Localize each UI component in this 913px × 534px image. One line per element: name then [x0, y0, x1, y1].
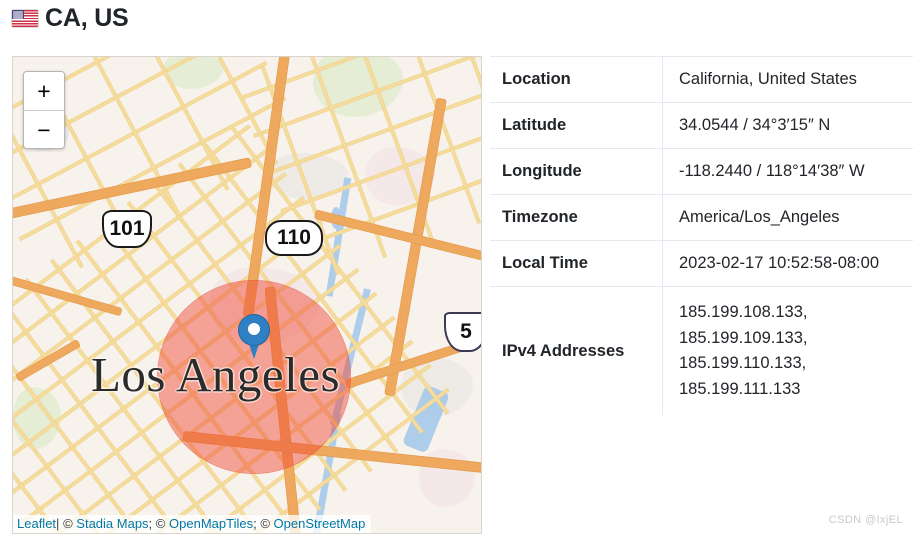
row-value-latitude: 34.0544 / 34°3′15″ N	[679, 116, 831, 134]
copyright-symbol: ©	[260, 516, 270, 531]
zoom-in-button[interactable]: +	[24, 72, 64, 110]
row-label-latitude: Latitude	[490, 102, 663, 149]
city-label: Los Angeles	[91, 347, 341, 402]
row-label-ipv4-addresses: IPv4 Addresses	[490, 286, 663, 416]
ipv4-address: 185.199.109.133,	[679, 328, 808, 347]
ipv4-address: 185.199.111.133	[679, 379, 801, 398]
ipv4-address: 185.199.108.133,	[679, 303, 808, 321]
us-101-shield-label: 101	[109, 217, 145, 240]
table-row: Timezone America/Los_Angeles	[490, 194, 913, 241]
page-title-text: CA, US	[45, 4, 129, 32]
zoom-out-button[interactable]: −	[24, 110, 64, 148]
openmaptiles-link[interactable]: OpenMapTiles	[169, 516, 253, 531]
row-value-ipv4-addresses: 185.199.108.133, 185.199.109.133, 185.19…	[663, 287, 913, 416]
watermark: CSDN @IxjEL	[828, 514, 903, 526]
row-label-longitude: Longitude	[490, 148, 663, 195]
table-row: Local Time 2023-02-17 10:52:58-08:00	[490, 240, 913, 287]
table-row: Location California, United States	[490, 56, 913, 103]
table-row: Longitude -118.2440 / 118°14′38″ W	[490, 148, 913, 195]
attribution-semicolon: ;	[148, 516, 153, 531]
row-label-local-time: Local Time	[490, 240, 663, 287]
ipv4-address: 185.199.110.133,	[679, 354, 807, 373]
map-panel[interactable]: Los Angeles 101 110 5 60 + − Leaflet| ©	[12, 56, 482, 534]
row-value-location: California, United States	[679, 70, 857, 88]
copyright-symbol: ©	[155, 516, 166, 531]
interstate-5-shield: 5	[444, 312, 481, 352]
table-row: IPv4 Addresses 185.199.108.133, 185.199.…	[490, 286, 913, 416]
attribution-semicolon: ;	[253, 516, 257, 531]
map-canvas[interactable]: Los Angeles 101 110 5 60 + − Leaflet| ©	[13, 57, 481, 533]
us-101-shield: 101	[102, 210, 152, 248]
map-attribution: Leaflet| © Stadia Maps; © OpenMapTiles; …	[13, 515, 372, 533]
table-row: Latitude 34.0544 / 34°3′15″ N	[490, 102, 913, 149]
map-pin-icon[interactable]	[239, 315, 269, 359]
stadia-maps-link[interactable]: Stadia Maps	[76, 516, 148, 531]
map-zoom-controls[interactable]: + −	[23, 71, 65, 149]
location-info-table: Location California, United States Latit…	[490, 56, 913, 416]
state-110-shield: 110	[265, 220, 323, 256]
row-label-timezone: Timezone	[490, 194, 663, 241]
row-value-longitude: -118.2440 / 118°14′38″ W	[679, 162, 865, 180]
row-value-timezone: America/Los_Angeles	[679, 208, 840, 226]
row-value-local-time: 2023-02-17 10:52:58-08:00	[679, 254, 879, 272]
us-flag-icon	[12, 10, 38, 27]
interstate-5-shield-label: 5	[460, 320, 472, 343]
openstreetmap-link[interactable]: OpenStreetMap	[274, 516, 366, 531]
leaflet-link[interactable]: Leaflet	[17, 516, 56, 531]
attribution-separator: |	[56, 516, 60, 531]
state-110-shield-label: 110	[277, 226, 311, 249]
copyright-symbol: ©	[63, 516, 73, 531]
row-label-location: Location	[490, 56, 663, 103]
page-title: CA, US	[12, 6, 129, 31]
